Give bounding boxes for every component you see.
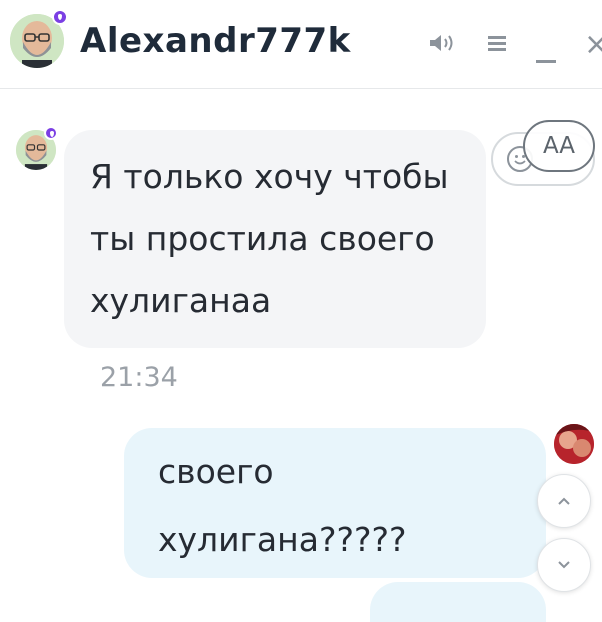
chevron-down-icon [558, 561, 570, 569]
incoming-message[interactable]: Я только хочу чтобы ты простила своего х… [64, 130, 486, 348]
user-avatar[interactable] [554, 424, 594, 464]
contact-name[interactable]: Alexandr777k [80, 20, 351, 62]
minimize-icon[interactable] [536, 60, 556, 63]
purple-drop-status-icon [52, 9, 68, 25]
chat-header: Alexandr777k × [0, 0, 602, 89]
user-photo-avatar-icon [554, 424, 594, 464]
sound-icon[interactable] [428, 32, 458, 54]
chevron-up-icon [558, 497, 570, 505]
outgoing-message[interactable]: своего хулигана????? [124, 428, 546, 578]
message-text: Я только хочу чтобы ты простила своего х… [90, 157, 449, 320]
outgoing-message-partial[interactable] [370, 582, 546, 622]
text-size-button[interactable]: AA [523, 120, 595, 172]
scroll-down-button[interactable] [537, 538, 591, 592]
message-text: своего хулигана????? [158, 452, 407, 559]
menu-icon[interactable] [486, 34, 508, 54]
purple-drop-status-icon [44, 126, 58, 140]
close-icon[interactable]: × [584, 30, 602, 60]
message-time: 21:34 [100, 362, 178, 393]
scroll-up-button[interactable] [537, 474, 591, 528]
